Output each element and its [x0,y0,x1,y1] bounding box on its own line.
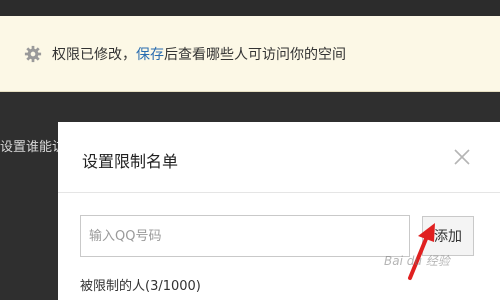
qq-number-input[interactable] [80,215,410,257]
top-bar [0,0,500,16]
gear-icon [24,45,42,62]
restricted-people-label: 被限制的人(3/1000) [80,279,201,294]
dialog-divider [58,192,500,193]
save-link[interactable]: 保存 [136,47,164,63]
background-setting-label: 设置谁能访 [0,140,66,155]
notice-suffix: 后查看哪些人可访问你的空间 [164,46,346,63]
baidu-watermark: Bai du 经验 [384,254,450,268]
permission-notice: 权限已修改，保存后查看哪些人可访问你的空间 [0,16,500,92]
notice-text: 权限已修改，保存后查看哪些人可访问你的空间 [52,44,346,64]
dialog-title: 设置限制名单 [82,152,179,171]
close-icon[interactable] [452,147,472,167]
notice-prefix: 权限已修改， [52,46,136,63]
